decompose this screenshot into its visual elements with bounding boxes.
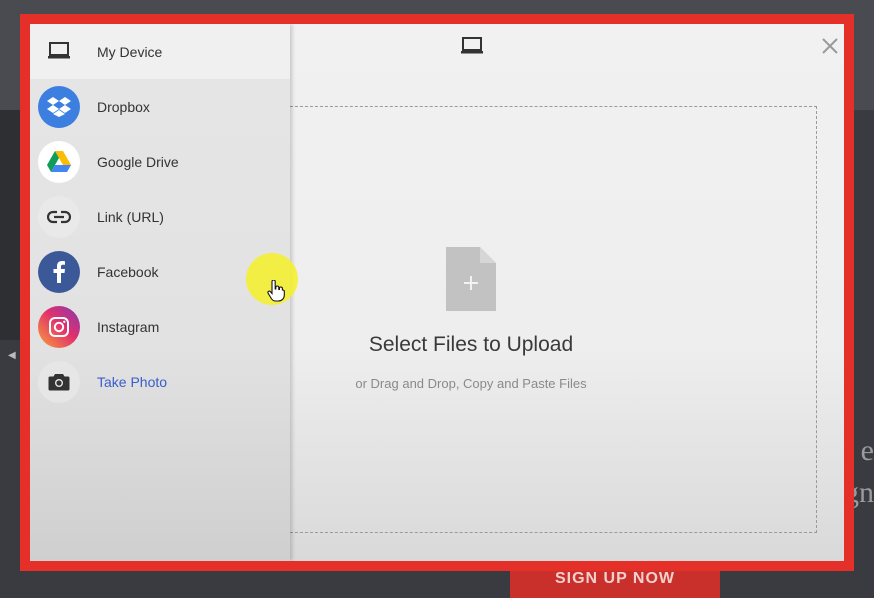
- sidebar-item-google-drive[interactable]: Google Drive: [30, 134, 290, 189]
- sidebar-item-dropbox[interactable]: Dropbox: [30, 79, 290, 134]
- sidebar-item-my-device[interactable]: My Device: [30, 24, 290, 79]
- sidebar-item-label: Google Drive: [97, 153, 179, 170]
- google-drive-icon: [38, 140, 80, 183]
- close-icon[interactable]: [818, 34, 842, 58]
- laptop-icon: [38, 30, 80, 72]
- sidebar-item-label: My Device: [97, 43, 163, 60]
- carousel-left-arrow-icon[interactable]: ◀: [8, 350, 16, 361]
- sidebar-item-instagram[interactable]: Instagram: [30, 299, 290, 354]
- upload-title: Select Files to Upload: [368, 333, 574, 356]
- dropbox-icon: [38, 85, 80, 128]
- add-file-icon[interactable]: [446, 247, 496, 316]
- sidebar-item-link-url[interactable]: Link (URL): [30, 189, 290, 244]
- sidebar-item-label: Take Photo: [97, 373, 168, 390]
- sidebar-item-label: Facebook: [97, 263, 159, 280]
- drop-zone[interactable]: Select Files to Upload or Drag and Drop,…: [290, 106, 817, 533]
- signup-button[interactable]: SIGN UP NOW: [510, 568, 720, 598]
- file-picker-modal: My Device Dropbox Google Drive Link (URL…: [30, 24, 844, 561]
- sidebar-item-label: Dropbox: [97, 98, 150, 115]
- sidebar-item-label: Instagram: [97, 318, 160, 335]
- facebook-icon: [38, 250, 80, 293]
- background-panel: [0, 110, 22, 340]
- sidebar-item-label: Link (URL): [97, 208, 164, 225]
- hand-cursor-icon: [267, 279, 285, 307]
- upload-subtitle: or Drag and Drop, Copy and Paste Files: [355, 376, 587, 391]
- link-icon: [38, 195, 80, 238]
- laptop-icon: [460, 36, 484, 61]
- upload-panel: Select Files to Upload or Drag and Drop,…: [290, 24, 844, 561]
- sidebar-item-take-photo[interactable]: Take Photo: [30, 354, 290, 409]
- instagram-icon: [38, 305, 80, 348]
- camera-icon: [38, 360, 80, 403]
